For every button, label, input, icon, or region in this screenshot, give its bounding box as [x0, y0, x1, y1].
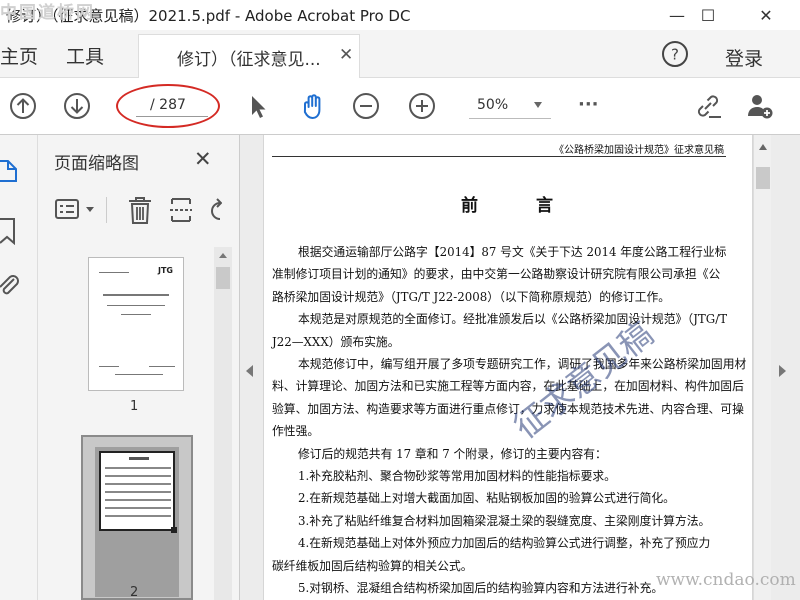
thumbnail-line	[103, 294, 169, 296]
thumbnail-line	[107, 305, 165, 306]
thumbnail-scrollbar[interactable]	[214, 247, 232, 600]
bookmark-icon[interactable]	[0, 217, 18, 245]
rotate-page-icon[interactable]	[208, 195, 222, 225]
thumbnail-line	[99, 272, 129, 273]
page-thumbnail-2-selected[interactable]	[81, 435, 193, 600]
thumbnail-line	[129, 457, 149, 460]
previous-page-icon[interactable]	[8, 91, 38, 121]
text-line: 准制修订项目计划的通知》的要求，由中交第一公路勘察设计研究院有限公司承担《公	[272, 267, 721, 282]
text-line: 2.在新规范基础上对增大截面加固、粘贴钢板加固的验算公式进行简化。	[298, 491, 675, 506]
title-bar: 修订）（征求意见稿）2021.5.pdf - Adobe Acrobat Pro…	[0, 0, 800, 30]
text-line: 路桥梁加固设计规范》（JTG/T J22-2008）（以下简称原规范）的修订工作…	[272, 289, 671, 304]
text-line: 5.对钢桥、混凝组合结构桥梁加固后的结构验算内容和方法进行补充。	[298, 581, 664, 596]
svg-text:?: ?	[671, 46, 679, 64]
text-line: 1.补充胶粘剂、聚合物砂浆等常用加固材料的性能指标要求。	[298, 469, 616, 484]
text-line: 根据交通运输部厅公路字【2014】87 号文《关于下达 2014 年度公路工程行…	[298, 245, 727, 259]
thumbnail-line	[99, 366, 119, 367]
document-page: 《公路桥梁加固设计规范》征求意见稿 前 言 根据交通运输部厅公路字【2014】8…	[263, 135, 753, 600]
zoom-underline	[469, 118, 551, 119]
text-line: 本规范修订中，编写组开展了多项专题研究工作，调研了我国多年来公路桥梁加固用材	[298, 357, 747, 372]
text-line: J22—XXX）颁布实施。	[272, 334, 400, 349]
delete-page-icon[interactable]	[126, 195, 154, 225]
panel-title: 页面缩略图	[54, 154, 139, 174]
help-icon[interactable]: ?	[661, 40, 689, 68]
tab-home[interactable]: 主页	[0, 42, 38, 69]
attachment-icon[interactable]	[0, 271, 20, 299]
thumbnail-cover-tag: JTG	[158, 266, 173, 275]
thumbnail-options-icon[interactable]	[54, 195, 98, 225]
scrollbar-thumb[interactable]	[756, 167, 770, 189]
left-rail	[0, 135, 38, 600]
next-page-arrow-icon[interactable]	[779, 365, 786, 377]
select-cursor-icon[interactable]	[243, 91, 273, 121]
thumbnail-line	[105, 515, 171, 517]
thumbnail-line	[105, 499, 171, 501]
thumbnail-panel: 页面缩略图 ✕ JTG 1 2	[38, 135, 240, 600]
share-link-icon[interactable]	[693, 91, 723, 121]
previous-page-arrow-icon[interactable]	[246, 365, 253, 377]
text-line: 修订后的规范共有 17 章和 7 个附录，修订的主要内容有：	[298, 446, 607, 461]
text-line: 碳纤维板加固后结构验算的相关公式。	[272, 558, 473, 573]
thumbnail-page-number: 2	[130, 585, 139, 600]
panel-close-button[interactable]: ✕	[194, 147, 212, 171]
text-line: 本规范是对原规范的全面修订。经批准颁发后以《公路桥梁加固设计规范》（JTG/T	[298, 312, 728, 327]
visible-area-frame[interactable]	[99, 451, 177, 533]
thumbnail-page-number: 1	[130, 399, 139, 414]
more-tools-button[interactable]: ···	[578, 94, 599, 115]
tab-close-button[interactable]: ✕	[339, 45, 353, 65]
next-page-icon[interactable]	[62, 91, 92, 121]
thumbnail-line	[115, 374, 163, 375]
header-rule	[272, 156, 726, 157]
page-thumbnails-icon[interactable]	[0, 157, 20, 183]
text-line: 4.在新规范基础上对体外预应力加固后的结构验算公式进行调整，补充了预应力	[298, 536, 711, 551]
annotation-ellipse	[116, 84, 220, 128]
hand-tool-icon[interactable]	[297, 91, 327, 121]
page-body: 根据交通运输部厅公路字【2014】87 号文《关于下达 2014 年度公路工程行…	[272, 241, 747, 600]
page-header: 《公路桥梁加固设计规范》征求意见稿	[554, 145, 724, 156]
zoom-in-icon[interactable]	[407, 91, 437, 121]
thumbnail-line	[121, 314, 151, 315]
add-user-icon[interactable]	[745, 91, 775, 121]
scrollbar-thumb[interactable]	[216, 267, 230, 289]
thumbnail-line	[149, 366, 175, 367]
thumbnail-line	[105, 483, 171, 485]
text-line: 料、计算理论、加固方法和已实施工程等方面内容，在此基础上，在加固材料、构件加固后	[272, 379, 744, 394]
page-heading: 前 言	[461, 196, 579, 216]
text-line: 3.补充了粘贴纤维复合材料加固箱梁混凝土梁的裂缝宽度、主梁刚度计算方法。	[298, 513, 711, 528]
tab-document-label: 修订）（征求意见...	[177, 50, 321, 70]
login-button[interactable]: 登录	[725, 44, 763, 71]
tab-bar: 主页 工具 修订）（征求意见... ✕ ? 登录	[0, 30, 800, 78]
close-window-button[interactable]: ✕	[743, 0, 789, 30]
scroll-up-icon[interactable]	[759, 144, 767, 150]
thumbnail-line	[105, 467, 171, 469]
scroll-up-icon[interactable]	[219, 253, 227, 258]
thumbnail-line	[105, 507, 171, 509]
toolbar-divider	[106, 197, 107, 223]
split-page-icon[interactable]	[168, 195, 194, 225]
zoom-value: 50%	[477, 97, 509, 113]
text-line: 作性强。	[272, 424, 320, 439]
page-thumbnail-2	[95, 447, 179, 597]
tab-tools[interactable]: 工具	[66, 42, 104, 69]
tab-document[interactable]: 修订）（征求意见... ✕	[138, 34, 360, 78]
page-thumbnail-1[interactable]: JTG	[88, 257, 184, 391]
chevron-down-icon	[534, 102, 542, 108]
document-scrollbar[interactable]	[753, 135, 771, 600]
zoom-out-icon[interactable]	[351, 91, 381, 121]
thumbnail-line	[105, 475, 171, 477]
text-line: 验算、加固方法、构造要求等方面进行重点修订，力求使本规范技术先进、内容合理、可操	[272, 401, 744, 416]
maximize-button[interactable]: ☐	[685, 0, 731, 30]
document-viewport[interactable]: 《公路桥梁加固设计规范》征求意见稿 前 言 根据交通运输部厅公路字【2014】8…	[240, 135, 800, 600]
resize-handle[interactable]	[171, 527, 177, 533]
zoom-select[interactable]: 50%	[461, 92, 551, 122]
window-title: 修订）（征求意见稿）2021.5.pdf - Adobe Acrobat Pro…	[6, 7, 411, 25]
thumbnail-line	[105, 491, 171, 493]
